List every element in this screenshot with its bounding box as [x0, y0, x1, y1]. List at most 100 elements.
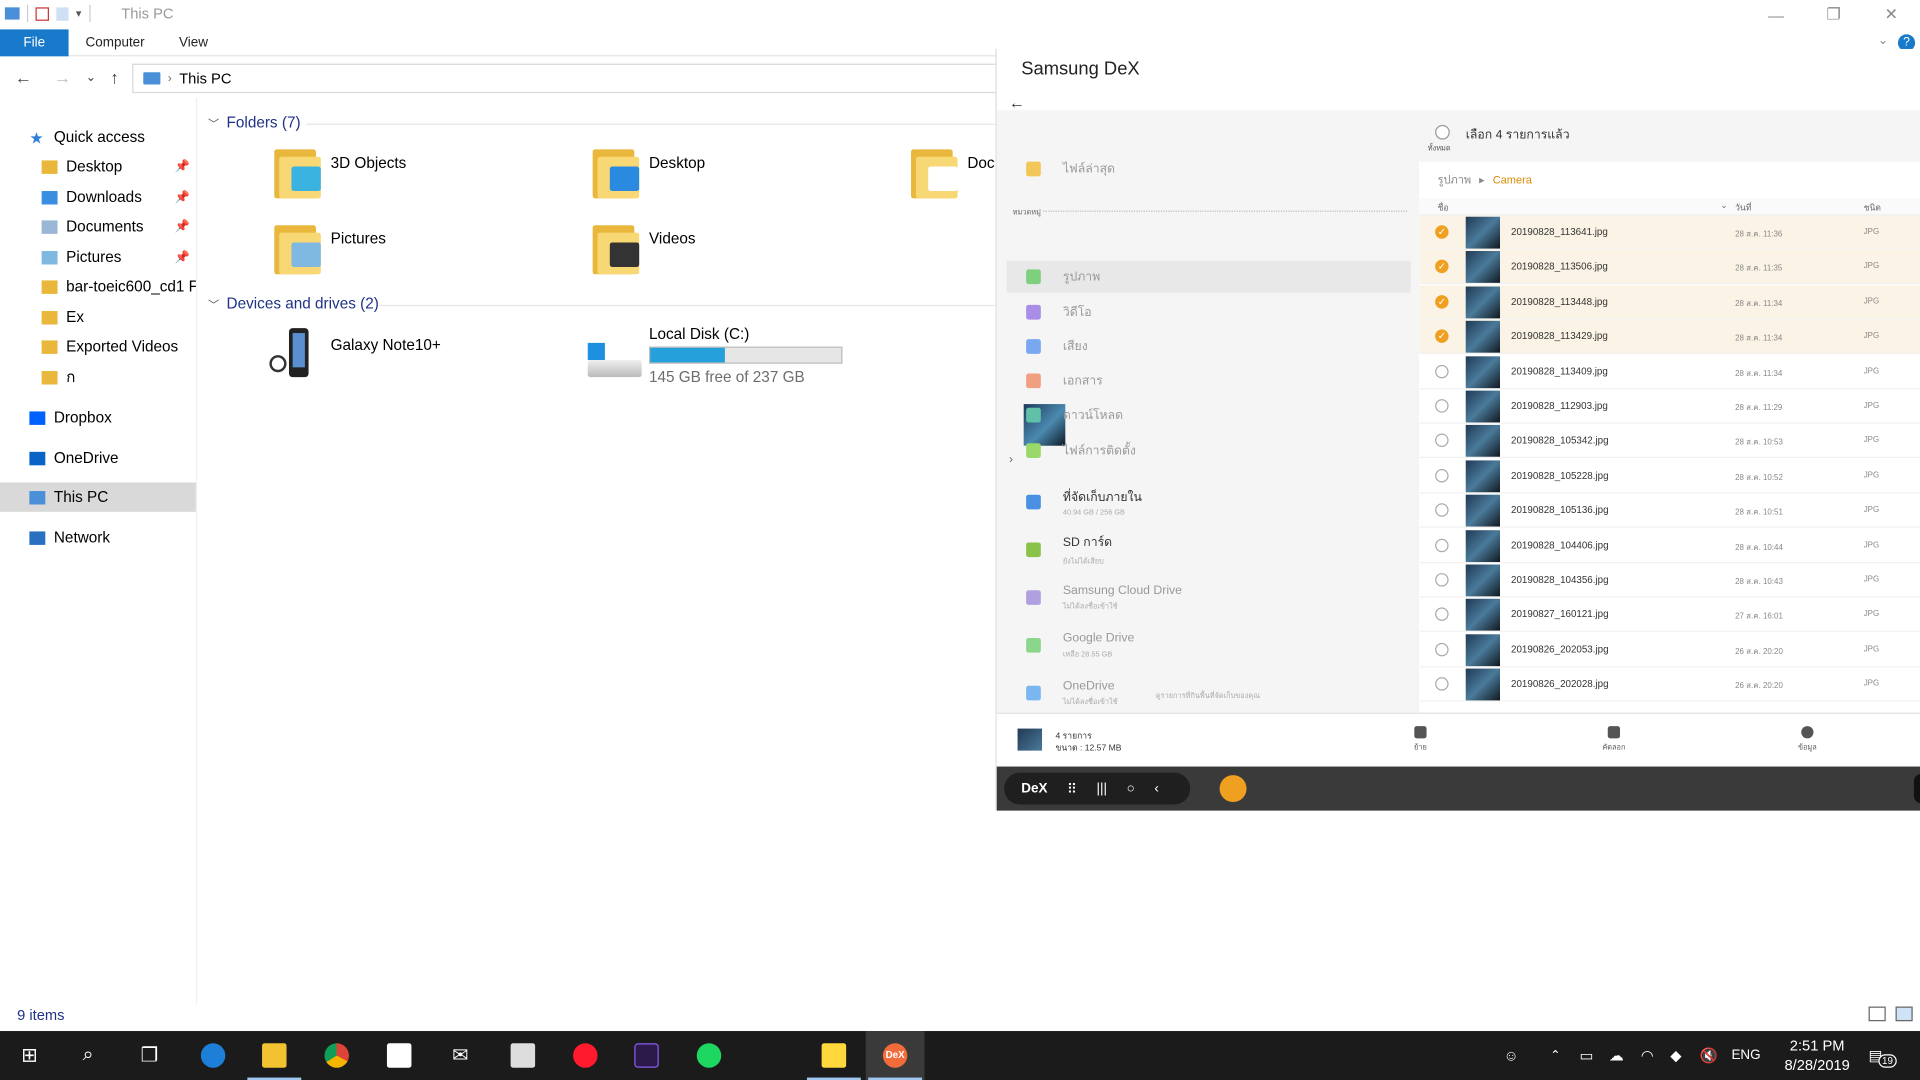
storage-item[interactable]: OneDrive ไม่ได้ลงชื่อเข้าใช้ — [1007, 673, 1411, 712]
home-icon[interactable]: ○ — [1127, 781, 1135, 796]
breadcrumb-leaf[interactable]: Camera — [1493, 174, 1532, 186]
storage-item[interactable]: ที่จัดเก็บภายใน 40.94 GB / 256 GB — [1007, 482, 1411, 521]
sidebar-item[interactable]: ก — [0, 362, 196, 391]
my-files-app-icon[interactable] — [1219, 775, 1247, 803]
chrome-icon[interactable] — [307, 1031, 366, 1080]
back-arrow-icon[interactable]: ← — [15, 67, 32, 87]
drive-local-disk[interactable]: Local Disk (C:) 145 GB free of 237 GB — [585, 326, 843, 386]
column-date[interactable]: วันที่ — [1735, 202, 1751, 215]
file-checkbox[interactable]: ✓ — [1435, 294, 1449, 309]
category-item[interactable]: เอกสาร — [1007, 365, 1411, 397]
category-item[interactable]: ดาวน์โหลด — [1007, 399, 1411, 431]
file-checkbox[interactable] — [1435, 364, 1449, 378]
sidebar-item[interactable]: Desktop 📌 — [0, 152, 196, 181]
volume-muted-icon[interactable]: 🔇 — [1700, 1031, 1718, 1080]
storage-item[interactable]: SD การ์ด ยังไม่ได้เสียบ — [1007, 530, 1411, 569]
properties-icon[interactable] — [35, 6, 49, 21]
file-checkbox[interactable] — [1435, 468, 1449, 483]
sidebar-item[interactable]: This PC — [0, 482, 196, 512]
copy-button[interactable]: คัดลอก — [1589, 726, 1638, 753]
file-checkbox[interactable] — [1435, 642, 1449, 657]
sidebar-item[interactable]: ★ Quick access — [0, 122, 196, 151]
details-view-icon[interactable] — [1868, 1006, 1886, 1022]
search-icon[interactable]: ⌕ — [59, 1031, 118, 1080]
file-checkbox[interactable]: ✓ — [1435, 260, 1449, 274]
select-all-checkbox[interactable] — [1435, 124, 1450, 140]
category-item[interactable]: ไฟล์การติดตั้ง — [1007, 435, 1411, 467]
recent-locations-icon[interactable]: ⌄ — [86, 71, 96, 84]
up-arrow-icon[interactable]: ↑ — [110, 67, 119, 87]
sidebar-item[interactable]: Network — [0, 523, 196, 552]
storage-item[interactable]: Samsung Cloud Drive ไม่ได้ลงชื่อเข้าใช้ — [1007, 578, 1411, 617]
language-indicator[interactable]: ENG — [1731, 1031, 1760, 1080]
minimize-button[interactable]: — — [1747, 0, 1805, 29]
rush-icon[interactable] — [617, 1031, 676, 1080]
breadcrumb-root[interactable]: รูปภาพ — [1438, 174, 1472, 186]
file-checkbox[interactable]: ✓ — [1435, 225, 1449, 239]
sidebar-item[interactable]: Pictures 📌 — [0, 242, 196, 271]
recents-icon[interactable]: ||| — [1097, 781, 1108, 796]
dropbox-tray-icon[interactable]: ◆ — [1670, 1031, 1681, 1080]
file-checkbox[interactable]: ✓ — [1435, 329, 1449, 344]
file-row[interactable]: 20190828_104356.jpg 28 ส.ค. 10:43 JPG — [1419, 563, 1920, 598]
dex-label[interactable]: DeX — [1021, 781, 1047, 796]
storage-item[interactable]: Google Drive เหลือ 28.55 GB — [1007, 626, 1411, 665]
system-clock[interactable]: 2:51 PM 8/28/2019 — [1773, 1036, 1861, 1075]
file-row[interactable]: 20190828_105228.jpg 28 ส.ค. 10:52 JPG — [1419, 459, 1920, 494]
file-row[interactable]: 20190828_105136.jpg 28 ส.ค. 10:51 JPG — [1419, 494, 1920, 528]
tab-view[interactable]: View — [167, 29, 221, 56]
dex-icon[interactable]: DeX — [865, 1031, 925, 1080]
wifi-icon[interactable]: ◠ — [1641, 1031, 1654, 1080]
category-item[interactable]: เสียง — [1007, 331, 1411, 363]
file-checkbox[interactable] — [1435, 538, 1449, 552]
battery-icon[interactable]: ▭ — [1580, 1031, 1594, 1080]
sidebar-item[interactable]: bar-toeic600_cd1 Fo — [0, 272, 196, 301]
info-button[interactable]: ข้อมูล — [1783, 726, 1832, 753]
address-bar[interactable]: › This PC — [132, 63, 996, 94]
sticky-notes-icon[interactable] — [804, 1031, 863, 1080]
show-hidden-icons-icon[interactable]: ⌃ — [1550, 1031, 1560, 1080]
folder-tile[interactable]: Videos — [592, 220, 696, 275]
tab-computer[interactable]: Computer — [76, 29, 154, 56]
devices-group-header[interactable]: ﹀ Devices and drives (2) — [208, 295, 379, 312]
file-row[interactable]: 20190828_104406.jpg 28 ส.ค. 10:44 JPG — [1419, 528, 1920, 563]
file-checkbox[interactable] — [1435, 677, 1449, 691]
column-type[interactable]: ชนิด — [1864, 202, 1881, 215]
new-folder-icon[interactable] — [56, 6, 69, 21]
file-checkbox[interactable] — [1435, 607, 1449, 622]
file-row[interactable]: ✓ 20190828_113429.jpg 28 ส.ค. 11:34 JPG — [1419, 319, 1920, 355]
file-row[interactable]: ✓ 20190828_113641.jpg 28 ส.ค. 11:36 JPG — [1419, 215, 1920, 250]
task-view-icon[interactable]: ❒ — [120, 1031, 179, 1080]
back-arrow-icon[interactable]: ← — [1009, 93, 1025, 111]
large-icons-view-icon[interactable] — [1895, 1006, 1913, 1022]
file-checkbox[interactable] — [1435, 399, 1449, 413]
device-galaxy-note[interactable]: Galaxy Note10+ — [267, 326, 441, 382]
file-row[interactable]: ✓ 20190828_113448.jpg 28 ส.ค. 11:34 JPG — [1419, 285, 1920, 320]
expand-ribbon-icon[interactable]: ⌄ — [1878, 34, 1888, 47]
file-row[interactable]: 20190826_202053.jpg 26 ส.ค. 20:20 JPG — [1419, 633, 1920, 668]
sidebar-item[interactable]: OneDrive — [0, 443, 196, 472]
folder-tile[interactable]: Doc — [911, 144, 995, 199]
sidebar-item[interactable]: Exported Videos — [0, 332, 196, 361]
people-icon[interactable]: ☺ — [1504, 1031, 1519, 1080]
customize-dropdown-icon[interactable]: ▾ — [76, 7, 82, 20]
category-item[interactable]: ไฟล์ล่าสุด — [1007, 153, 1411, 185]
file-row[interactable]: 20190827_160121.jpg 27 ส.ค. 16:01 JPG — [1419, 598, 1920, 633]
mail-icon[interactable]: ✉ — [431, 1031, 490, 1080]
edge-icon[interactable] — [184, 1031, 243, 1080]
file-row[interactable]: 20190828_112903.jpg 28 ส.ค. 11:29 JPG — [1419, 389, 1920, 424]
file-checkbox[interactable] — [1435, 573, 1449, 587]
onedrive-tray-icon[interactable]: ☁ — [1609, 1031, 1624, 1080]
file-checkbox[interactable] — [1435, 433, 1449, 448]
file-row[interactable]: 20190828_113409.jpg 28 ส.ค. 11:34 JPG — [1419, 355, 1920, 389]
file-row[interactable]: ✓ 20190828_113506.jpg 28 ส.ค. 11:35 JPG — [1419, 250, 1920, 285]
sidebar-item[interactable]: Downloads 📌 — [0, 182, 196, 211]
sidebar-item[interactable]: Dropbox — [0, 403, 196, 432]
sidebar-item[interactable]: Documents 📌 — [0, 212, 196, 241]
file-row[interactable]: 20190828_105342.jpg 28 ส.ค. 10:53 JPG — [1419, 424, 1920, 459]
category-item[interactable]: วิดีโอ — [1007, 296, 1411, 328]
file-checkbox[interactable] — [1435, 503, 1449, 517]
forward-arrow-icon[interactable]: → — [54, 67, 71, 87]
folder-tile[interactable]: 3D Objects — [274, 144, 406, 199]
move-button[interactable]: ย้าย — [1396, 726, 1445, 753]
